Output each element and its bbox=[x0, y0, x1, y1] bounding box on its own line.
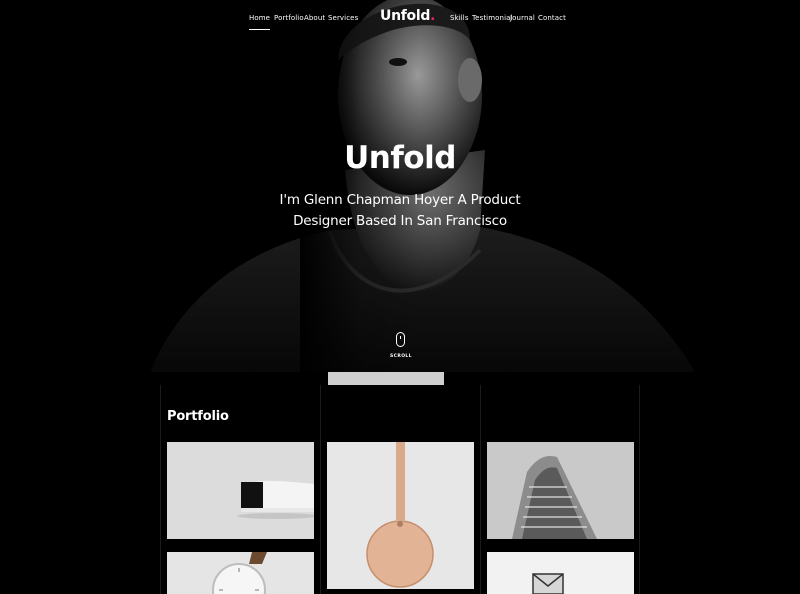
hero-title: Unfold bbox=[344, 140, 456, 176]
hero-subtitle: I'm Glenn Chapman Hoyer A Product Design… bbox=[279, 192, 521, 229]
nav-services[interactable]: Services bbox=[328, 14, 358, 22]
nav-contact[interactable]: Contact bbox=[538, 14, 566, 22]
nav-portfolio[interactable]: Portfolio bbox=[274, 14, 304, 22]
column-divider bbox=[480, 385, 481, 594]
portfolio-item-architecture[interactable] bbox=[487, 442, 634, 539]
portfolio-item-sneaker[interactable] bbox=[167, 442, 314, 539]
nav-home[interactable]: Home bbox=[249, 14, 271, 30]
column-divider bbox=[160, 385, 161, 594]
architecture-image bbox=[487, 442, 634, 539]
logo-dot: . bbox=[430, 8, 436, 24]
envelope-image bbox=[487, 552, 634, 594]
portfolio-item-leather-tag[interactable] bbox=[327, 442, 474, 589]
portfolio-title: Portfolio bbox=[167, 409, 229, 424]
column-divider bbox=[639, 385, 640, 594]
column-divider bbox=[320, 385, 321, 594]
nav-testimonial[interactable]: Testimonial bbox=[472, 14, 513, 22]
hero-section: Home Portfolio About Services Unfold. Sk… bbox=[0, 0, 800, 372]
watch-image bbox=[167, 552, 314, 594]
logo-text: Unfold bbox=[380, 8, 431, 24]
sneaker-image bbox=[167, 442, 314, 539]
portfolio-section: Portfolio bbox=[160, 385, 640, 594]
nav-about[interactable]: About bbox=[304, 14, 325, 22]
portfolio-item-watch[interactable] bbox=[167, 552, 314, 594]
scroll-indicator[interactable]: SCROLL bbox=[388, 332, 414, 362]
hero-portrait-image bbox=[0, 0, 800, 372]
leather-tag-image bbox=[327, 442, 474, 589]
main-nav: Home Portfolio About Services Unfold. Sk… bbox=[0, 0, 800, 40]
site-logo[interactable]: Unfold. bbox=[380, 8, 435, 24]
nav-skills[interactable]: Skills bbox=[450, 14, 469, 22]
mouse-icon bbox=[396, 332, 405, 347]
portfolio-item-envelope[interactable] bbox=[487, 552, 634, 594]
hero-bottom-strip bbox=[328, 372, 444, 385]
nav-journal[interactable]: Journal bbox=[510, 14, 535, 22]
scroll-label: SCROLL bbox=[390, 354, 412, 359]
